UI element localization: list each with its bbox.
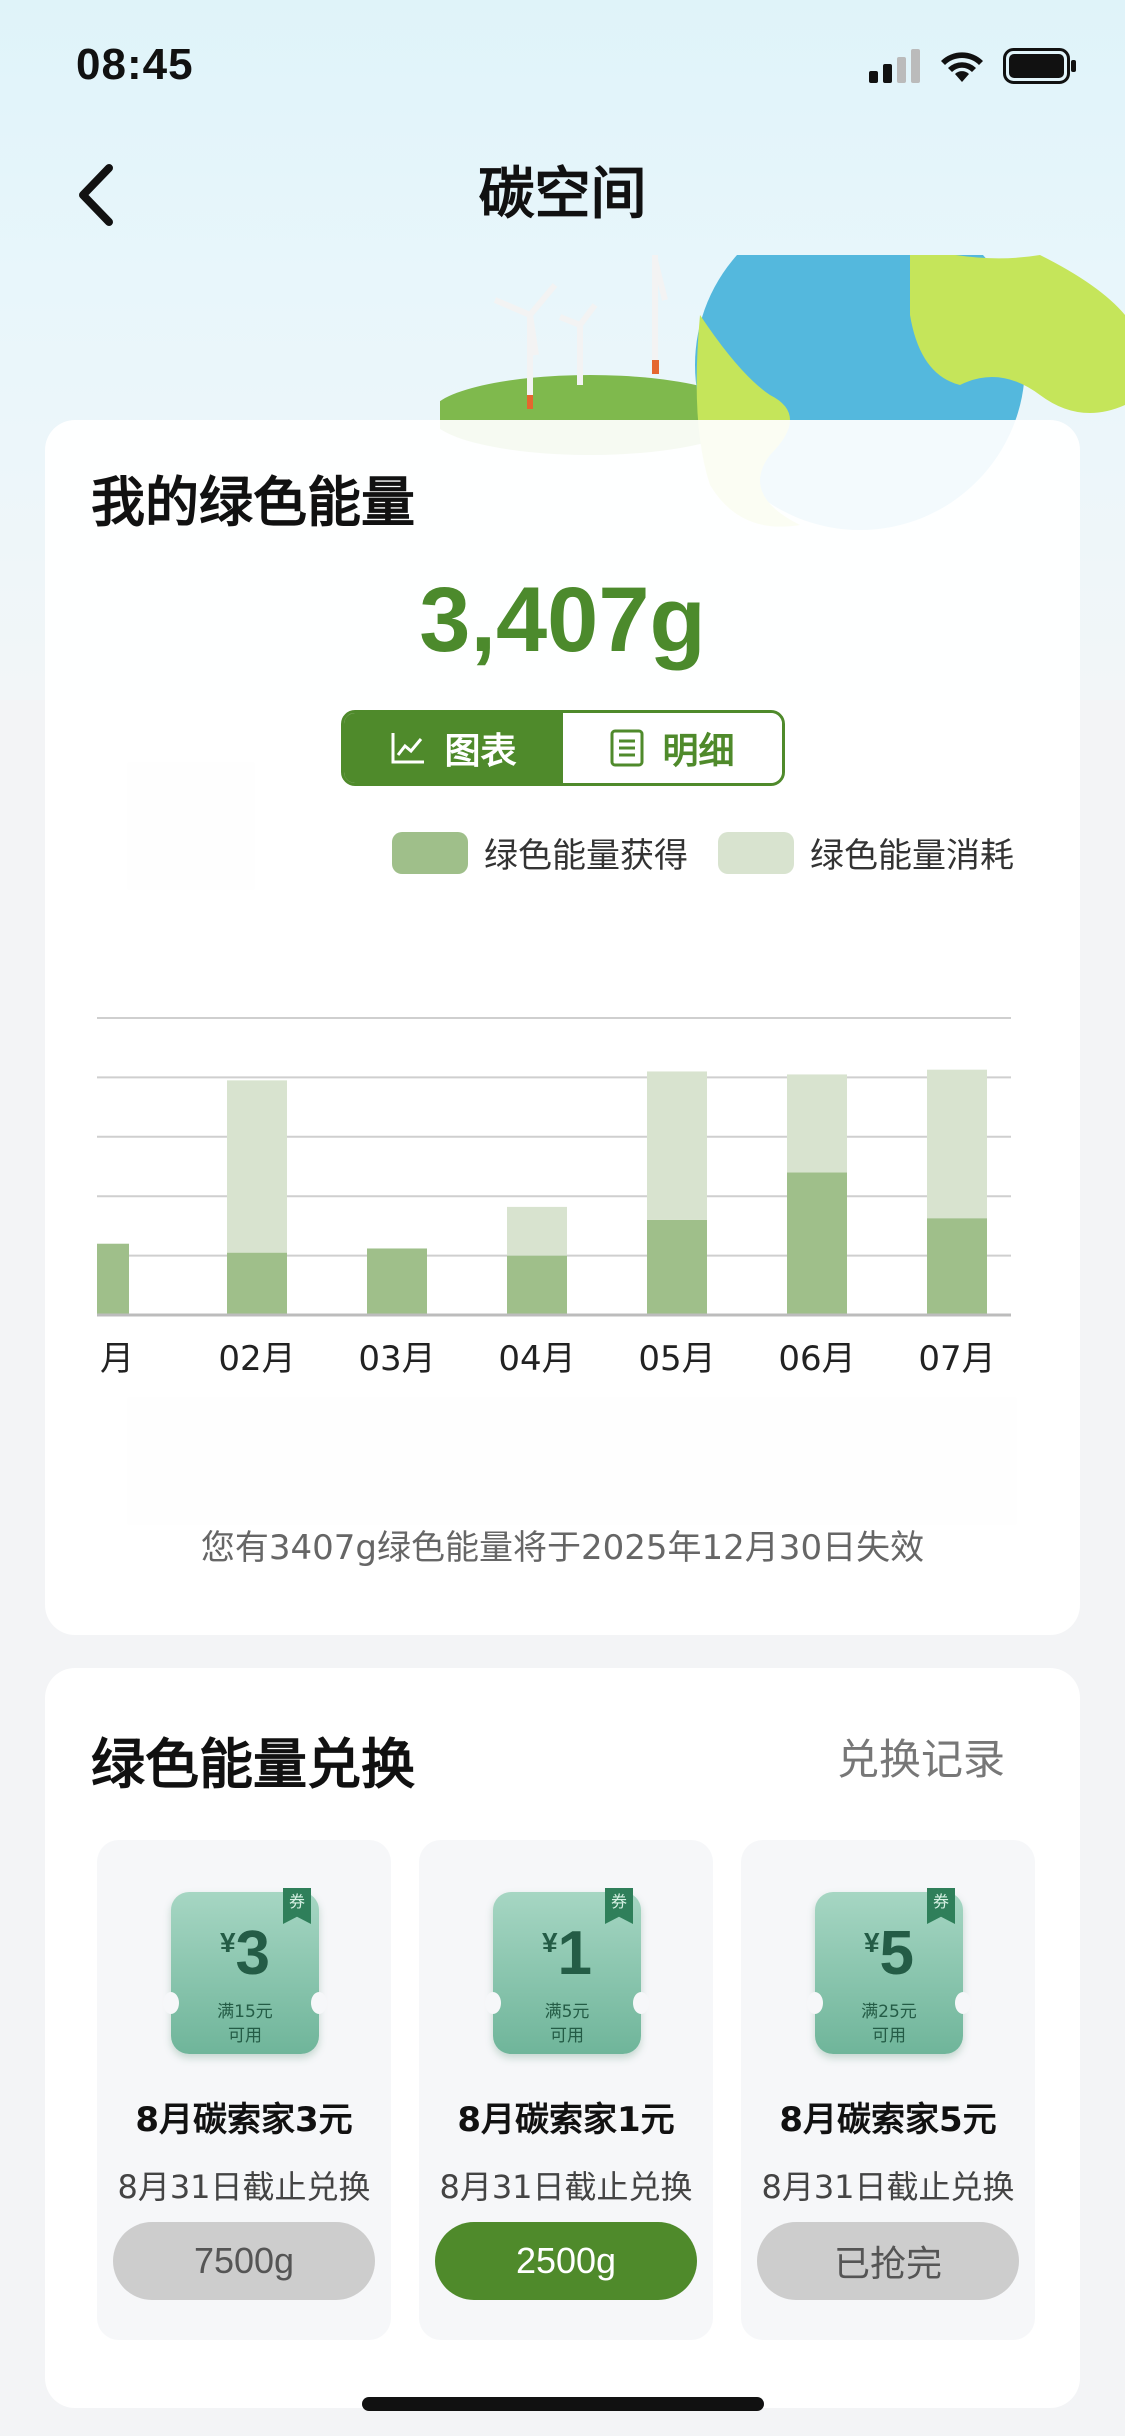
bar-consumed <box>787 1074 847 1173</box>
voucher-usable-text: 可用 <box>872 2026 906 2046</box>
bar-gained <box>647 1219 707 1315</box>
redeem-button[interactable]: 2500g <box>435 2222 697 2300</box>
voucher-ticket: 券 ¥1 满5元 可用 <box>485 1888 649 2054</box>
expire-note: 您有3407g绿色能量将于2025年12月30日失效 <box>200 1528 925 1568</box>
energy-total: 3,407g <box>419 569 706 671</box>
exchange-title: 绿色能量兑换 <box>91 1733 415 1796</box>
voucher-ticket: 券 ¥5 满25元 可用 <box>807 1888 971 2054</box>
bar-gained <box>97 1243 129 1315</box>
legend-gained-label: 绿色能量获得 <box>484 836 688 876</box>
voucher-name: 8月碳索家3元 <box>135 2100 353 2140</box>
voucher-usable-text: 可用 <box>228 2026 262 2046</box>
voucher-deadline: 8月31日截止兑换 <box>761 2168 1015 2206</box>
voucher-yen: ¥ <box>863 1927 880 1958</box>
x-tick-label: 03月 <box>358 1339 435 1379</box>
legend-consumed-label: 绿色能量消耗 <box>810 836 1014 876</box>
voucher-value: ¥5 <box>815 1918 963 1989</box>
bar-consumed <box>507 1206 567 1256</box>
x-tick-label: 02月 <box>218 1339 295 1379</box>
battery-icon <box>1003 48 1076 84</box>
bar-consumed <box>227 1080 287 1253</box>
x-tick-label: 月 <box>100 1339 134 1379</box>
nav-bar: 碳空间 <box>0 130 1125 260</box>
bar-gained <box>787 1172 847 1315</box>
voucher-name: 8月碳索家5元 <box>779 2100 997 2140</box>
voucher-deadline: 8月31日截止兑换 <box>439 2168 693 2206</box>
legend-consumed: 绿色能量消耗 <box>718 828 1014 877</box>
energy-card: 我的绿色能量 3,407g 图表 明细 绿色能量获得 绿色能量消耗 月 02月 … <box>45 420 1080 1635</box>
voucher-condition: 满15元 可用 <box>171 2000 319 2048</box>
voucher-condition: 满5元 可用 <box>493 2000 641 2048</box>
chart-legend: 绿色能量获得 绿色能量消耗 <box>392 828 1014 877</box>
exchange-record-link[interactable]: 兑换记录 <box>837 1726 1005 1787</box>
voucher-list: 券 ¥3 满15元 可用 8月碳索家3元 8月31日截止兑换 7500g 券 ¥… <box>97 1840 1035 2340</box>
voucher-amount: 3 <box>235 1919 271 1988</box>
status-bar: 08:45 <box>0 0 1125 130</box>
bar-gained <box>227 1252 287 1315</box>
voucher-ticket: 券 ¥3 满15元 可用 <box>163 1888 327 2054</box>
x-tick-label: 04月 <box>498 1339 575 1379</box>
voucher-condition-text: 满15元 <box>217 2002 273 2022</box>
view-toggle: 图表 明细 <box>341 710 785 786</box>
voucher-amount: 5 <box>879 1919 915 1988</box>
legend-swatch-gained <box>392 831 468 874</box>
x-tick-label: 05月 <box>638 1339 715 1379</box>
voucher-yen: ¥ <box>541 1927 558 1958</box>
x-tick-label: 07月 <box>918 1339 995 1379</box>
bar-consumed <box>647 1071 707 1220</box>
exchange-card: 绿色能量兑换 兑换记录 券 ¥3 满15元 可用 8月碳索家3元 8月31日截止… <box>45 1668 1080 2408</box>
wifi-icon <box>941 52 983 82</box>
line-chart-icon <box>391 733 425 764</box>
page-title: 碳空间 <box>478 162 647 227</box>
list-icon <box>610 729 644 767</box>
voucher-usable-text: 可用 <box>550 2026 584 2046</box>
voucher-deadline: 8月31日截止兑换 <box>117 2168 371 2206</box>
status-icons <box>869 48 1077 84</box>
bar-gained <box>927 1218 987 1315</box>
voucher-value: ¥3 <box>171 1918 319 1989</box>
voucher-condition-text: 满5元 <box>544 2002 590 2022</box>
bar-gained <box>367 1248 427 1315</box>
voucher-card[interactable]: 券 ¥1 满5元 可用 8月碳索家1元 8月31日截止兑换 2500g <box>419 1840 713 2340</box>
bar-consumed <box>927 1069 987 1219</box>
tab-chart[interactable]: 图表 <box>344 713 563 783</box>
legend-gained: 绿色能量获得 <box>392 828 688 877</box>
x-tick-label: 06月 <box>778 1339 855 1379</box>
energy-title: 我的绿色能量 <box>91 471 415 534</box>
cellular-signal-icon <box>869 49 920 83</box>
redeem-button[interactable]: 7500g <box>113 2222 375 2300</box>
voucher-condition: 满25元 可用 <box>815 2000 963 2048</box>
legend-swatch-consumed <box>718 831 794 874</box>
tab-detail[interactable]: 明细 <box>563 713 782 783</box>
tab-detail-label: 明细 <box>662 731 735 772</box>
sold-out-button[interactable]: 已抢完 <box>757 2222 1019 2300</box>
voucher-amount: 1 <box>557 1919 593 1988</box>
voucher-name: 8月碳索家1元 <box>457 2100 675 2140</box>
voucher-yen: ¥ <box>219 1927 236 1958</box>
voucher-card[interactable]: 券 ¥5 满25元 可用 8月碳索家5元 8月31日截止兑换 已抢完 <box>741 1840 1035 2340</box>
bar-gained <box>507 1255 567 1315</box>
voucher-card[interactable]: 券 ¥3 满15元 可用 8月碳索家3元 8月31日截止兑换 7500g <box>97 1840 391 2340</box>
voucher-condition-text: 满25元 <box>861 2002 917 2022</box>
energy-bar-chart: 月 02月 03月 04月 05月 06月 07月 <box>97 1017 1011 1379</box>
status-time: 08:45 <box>76 40 194 89</box>
tab-chart-label: 图表 <box>444 731 517 772</box>
voucher-value: ¥1 <box>493 1918 641 1989</box>
home-indicator <box>362 2397 764 2411</box>
